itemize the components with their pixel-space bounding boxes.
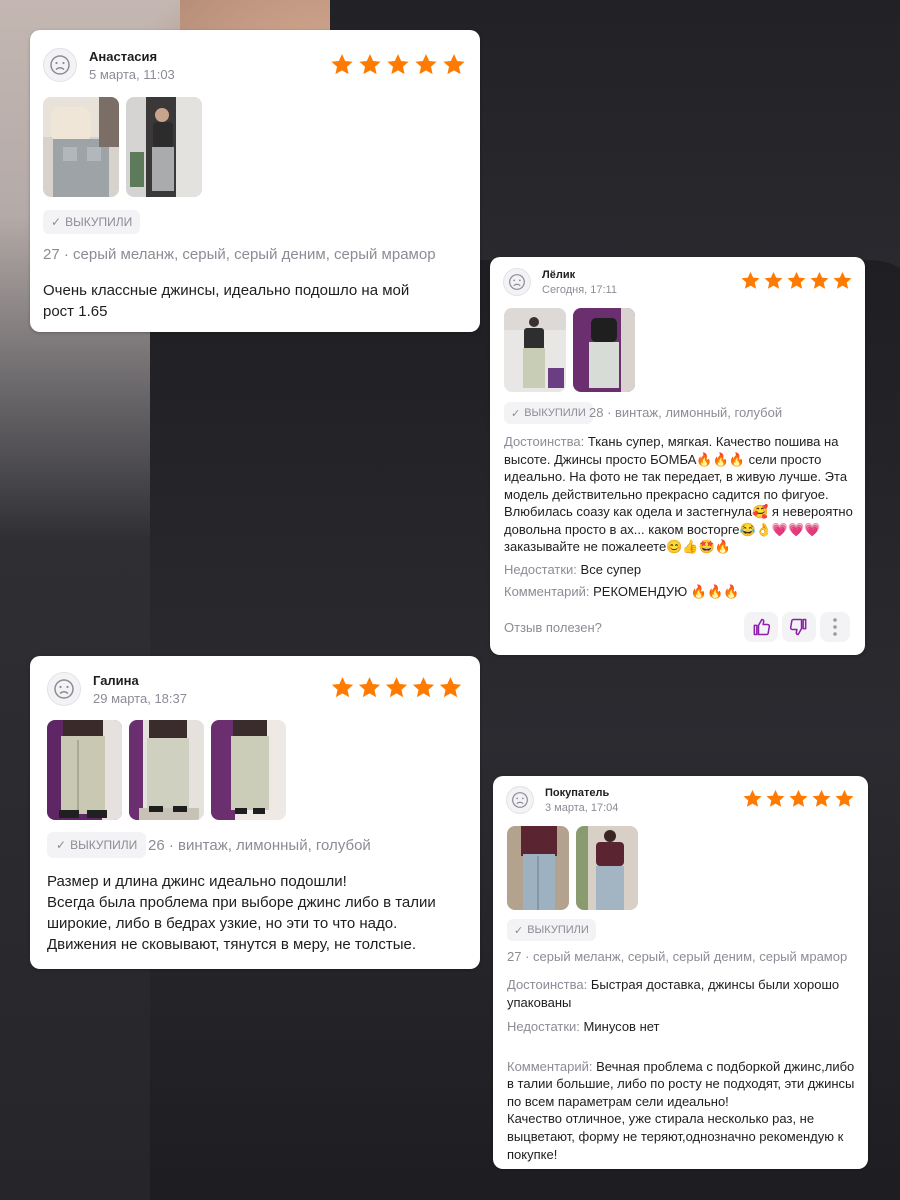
rating-stars — [739, 270, 854, 292]
review-photos — [43, 97, 209, 197]
review-text: Очень классные джинсы, идеально подошло … — [43, 282, 410, 320]
review-photo[interactable] — [47, 720, 122, 820]
review-comment: Комментарий: РЕКОМЕНДУЮ 🔥🔥🔥 — [504, 583, 856, 600]
review-photo[interactable] — [573, 308, 635, 392]
pros-label: Достоинства: — [504, 434, 585, 449]
review-photos — [507, 826, 645, 910]
review-photo[interactable] — [211, 720, 286, 820]
sad-face-avatar-icon — [47, 672, 81, 706]
review-date: 3 марта, 17:04 — [545, 802, 619, 814]
purchased-badge: ✓ ВЫКУПИЛИ — [507, 919, 596, 941]
more-button[interactable] — [820, 612, 850, 642]
star-icon — [359, 54, 381, 75]
check-icon: ✓ — [514, 924, 524, 937]
cons-text: Минусов нет — [583, 1019, 660, 1034]
comment-label: Комментарий: — [507, 1058, 593, 1074]
review-comment: Комментарий: Вечная проблема с подборкой… — [507, 1040, 859, 1163]
thumbs-down-icon — [789, 618, 807, 636]
review-card: Галина 29 марта, 18:37 ✓ ВЫКУПИЛИ 26 · ви… — [30, 656, 480, 969]
purchased-badge: ✓ ВЫКУПИЛИ — [504, 402, 593, 424]
review-cons: Недостатки: Минусов нет — [507, 1018, 859, 1036]
pros-label: Достоинства: — [507, 977, 588, 992]
star-icon — [787, 271, 806, 289]
review-author: Галина — [93, 673, 139, 688]
review-date: 5 марта, 11:03 — [89, 67, 175, 82]
review-photo[interactable] — [576, 826, 638, 910]
star-icon — [415, 54, 437, 75]
review-variant: 27 · серый меланж, серый, серый деним, с… — [507, 949, 848, 964]
star-icon — [387, 54, 409, 75]
star-icon — [764, 271, 783, 289]
star-icon — [385, 677, 408, 698]
sad-face-avatar-icon — [506, 786, 534, 814]
review-card: Анастасия 5 марта, 11:03 ✓ ВЫКУПИЛИ 27 · … — [30, 30, 480, 332]
review-text: Размер и длина джинс идеально подошли! В… — [47, 873, 436, 953]
check-icon: ✓ — [511, 407, 521, 420]
check-icon: ✓ — [51, 215, 62, 229]
rating-stars — [329, 675, 464, 701]
rating-stars — [328, 52, 468, 78]
purchased-badge: ✓ ВЫКУПИЛИ — [43, 210, 141, 234]
review-variant: 27 · серый меланж, серый, серый деним, с… — [43, 246, 436, 263]
review-photo[interactable] — [43, 97, 119, 197]
sad-face-avatar-icon — [503, 268, 531, 296]
cons-label: Недостатки: — [507, 1019, 580, 1034]
star-icon — [835, 789, 854, 807]
comment-text: РЕКОМЕНДУЮ 🔥🔥🔥 — [593, 584, 740, 599]
review-author: Анастасия — [89, 49, 158, 64]
star-icon — [412, 677, 435, 698]
review-author: Лёлик — [542, 269, 576, 281]
star-icon — [743, 789, 762, 807]
review-variant: 26 · винтаж, лимонный, голубой — [148, 837, 371, 854]
star-icon — [810, 271, 829, 289]
star-icon — [812, 789, 831, 807]
comment-text: Вечная проблема с подборкой джинс,либо в… — [507, 1058, 855, 1162]
review-author: Покупатель — [545, 787, 610, 799]
review-card: Лёлик Сегодня, 17:11 ✓ ВЫКУПИЛИ 28 · винт… — [490, 257, 865, 655]
review-date: 29 марта, 18:37 — [93, 691, 187, 706]
star-icon — [439, 677, 462, 698]
like-button[interactable] — [744, 612, 778, 642]
review-variant: 28 · винтаж, лимонный, голубой — [589, 405, 783, 420]
review-pros: Достоинства: Быстрая доставка, джинсы бы… — [507, 976, 859, 1012]
review-date: Сегодня, 17:11 — [542, 284, 617, 296]
star-icon — [766, 789, 785, 807]
review-photo[interactable] — [504, 308, 566, 392]
cons-label: Недостатки: — [504, 562, 577, 577]
comment-label: Комментарий: — [504, 584, 590, 599]
pros-text: Ткань супер, мягкая. Качество пошива на … — [504, 434, 853, 554]
more-vertical-icon — [833, 618, 837, 636]
helpful-prompt: Отзыв полезен? — [504, 620, 602, 635]
review-card: Покупатель 3 марта, 17:04 ✓ ВЫКУПИЛИ 27 ·… — [493, 776, 868, 1169]
star-icon — [331, 54, 353, 75]
review-photos — [504, 308, 642, 392]
cons-text: Все супер — [580, 562, 642, 577]
review-cons: Недостатки: Все супер — [504, 561, 856, 578]
dislike-button[interactable] — [782, 612, 816, 642]
review-photos — [47, 720, 293, 820]
star-icon — [331, 677, 354, 698]
star-icon — [833, 271, 852, 289]
review-photo[interactable] — [129, 720, 204, 820]
review-photo[interactable] — [126, 97, 202, 197]
star-icon — [358, 677, 381, 698]
star-icon — [789, 789, 808, 807]
rating-stars — [741, 788, 856, 810]
purchased-badge: ✓ ВЫКУПИЛИ — [47, 832, 147, 858]
check-icon: ✓ — [56, 838, 67, 852]
review-photo[interactable] — [507, 826, 569, 910]
star-icon — [741, 271, 760, 289]
sad-face-avatar-icon — [43, 48, 77, 82]
star-icon — [443, 54, 465, 75]
review-pros: Достоинства: Ткань супер, мягкая. Качест… — [504, 433, 856, 556]
thumbs-up-icon — [753, 618, 771, 636]
